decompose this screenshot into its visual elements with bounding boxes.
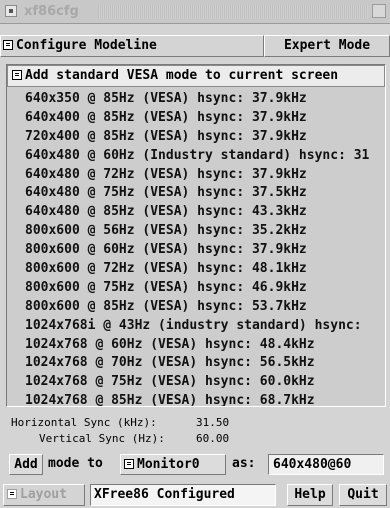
monitor-menu[interactable]: Monitor0 (120, 454, 226, 475)
quit-button[interactable]: Quit (339, 484, 387, 506)
configure-modeline-menu[interactable]: Configure Modeline (0, 35, 264, 57)
layout-label: Layout (20, 487, 67, 502)
vesa-mode-item[interactable]: 1024x768 @ 70Hz (VESA) hsync: 56.5kHz (7, 353, 385, 372)
vesa-mode-item[interactable]: 1024x768i @ 43Hz (industry standard) hsy… (7, 316, 385, 335)
add-vesa-mode-label: Add standard VESA mode to current screen (25, 68, 339, 83)
vesa-mode-list: 640x350 @ 85Hz (VESA) hsync: 37.9kHz 640x… (7, 89, 385, 406)
vesa-mode-item[interactable]: 1024x768 @ 85Hz (VESA) hsync: 68.7kHz (7, 391, 385, 406)
horizontal-sync-label: Horizontal Sync (kHz): (11, 416, 157, 429)
expert-mode-label: Expert Mode (283, 38, 371, 53)
horizontal-sync-value: 31.50 (196, 416, 230, 429)
status-message: XFree86 Configured (90, 484, 276, 506)
layout-menu[interactable]: Layout (3, 484, 85, 506)
status-text: XFree86 Configured (94, 487, 235, 502)
vesa-mode-item[interactable]: 800x600 @ 56Hz (VESA) hsync: 35.2kHz (7, 221, 385, 240)
vertical-sync-label: Vertical Sync (Hz): (39, 432, 165, 445)
vesa-mode-item[interactable]: 640x480 @ 75Hz (VESA) hsync: 37.5kHz (7, 183, 385, 202)
vesa-mode-item[interactable]: 640x350 @ 85Hz (VESA) hsync: 37.9kHz (7, 89, 385, 108)
vesa-mode-item[interactable]: 800x600 @ 60Hz (VESA) hsync: 37.9kHz (7, 240, 385, 259)
window-title: xf86cfg (24, 4, 79, 19)
title-bar: xf86cfg (0, 0, 390, 24)
vesa-mode-item[interactable]: 1024x768 @ 75Hz (VESA) hsync: 60.0kHz (7, 372, 385, 391)
vesa-mode-item[interactable]: 640x480 @ 60Hz (Industry standard) hsync… (7, 146, 385, 165)
menu-glyph-icon (7, 488, 17, 499)
window-menu-icon[interactable] (5, 5, 17, 17)
vesa-mode-item[interactable]: 640x400 @ 85Hz (VESA) hsync: 37.9kHz (7, 108, 385, 127)
vesa-mode-item[interactable]: 800x600 @ 72Hz (VESA) hsync: 48.1kHz (7, 259, 385, 278)
as-label: as: (232, 456, 256, 471)
vesa-mode-panel: Add standard VESA mode to current screen… (6, 64, 386, 407)
add-vesa-mode-menu[interactable]: Add standard VESA mode to current screen (7, 65, 385, 87)
vesa-mode-item[interactable]: 720x400 @ 85Hz (VESA) hsync: 37.9kHz (7, 127, 385, 146)
title-bar-pattern (98, 5, 368, 18)
vesa-mode-item[interactable]: 640x480 @ 72Hz (VESA) hsync: 37.9kHz (7, 165, 385, 184)
vertical-sync-value: 60.00 (196, 432, 230, 445)
vesa-mode-item[interactable]: 1024x768 @ 60Hz (VESA) hsync: 48.4kHz (7, 335, 385, 354)
mode-to-label: mode to (48, 456, 103, 471)
vesa-mode-item[interactable]: 800x600 @ 85Hz (VESA) hsync: 53.7kHz (7, 297, 385, 316)
window-close-icon[interactable] (372, 4, 386, 18)
menu-glyph-icon (12, 69, 22, 80)
monitor-label: Monitor0 (137, 457, 200, 472)
expert-mode-button[interactable]: Expert Mode (264, 35, 390, 57)
menu-glyph-icon (3, 39, 13, 50)
help-button[interactable]: Help (287, 484, 333, 506)
menu-glyph-icon (124, 458, 134, 469)
vesa-mode-item[interactable]: 800x600 @ 75Hz (VESA) hsync: 46.9kHz (7, 278, 385, 297)
mode-name-input[interactable]: 640x480@60 (268, 454, 384, 475)
vesa-mode-item[interactable]: 640x480 @ 85Hz (VESA) hsync: 43.3kHz (7, 202, 385, 221)
configure-modeline-label: Configure Modeline (16, 38, 157, 53)
add-button[interactable]: Add (9, 454, 43, 475)
